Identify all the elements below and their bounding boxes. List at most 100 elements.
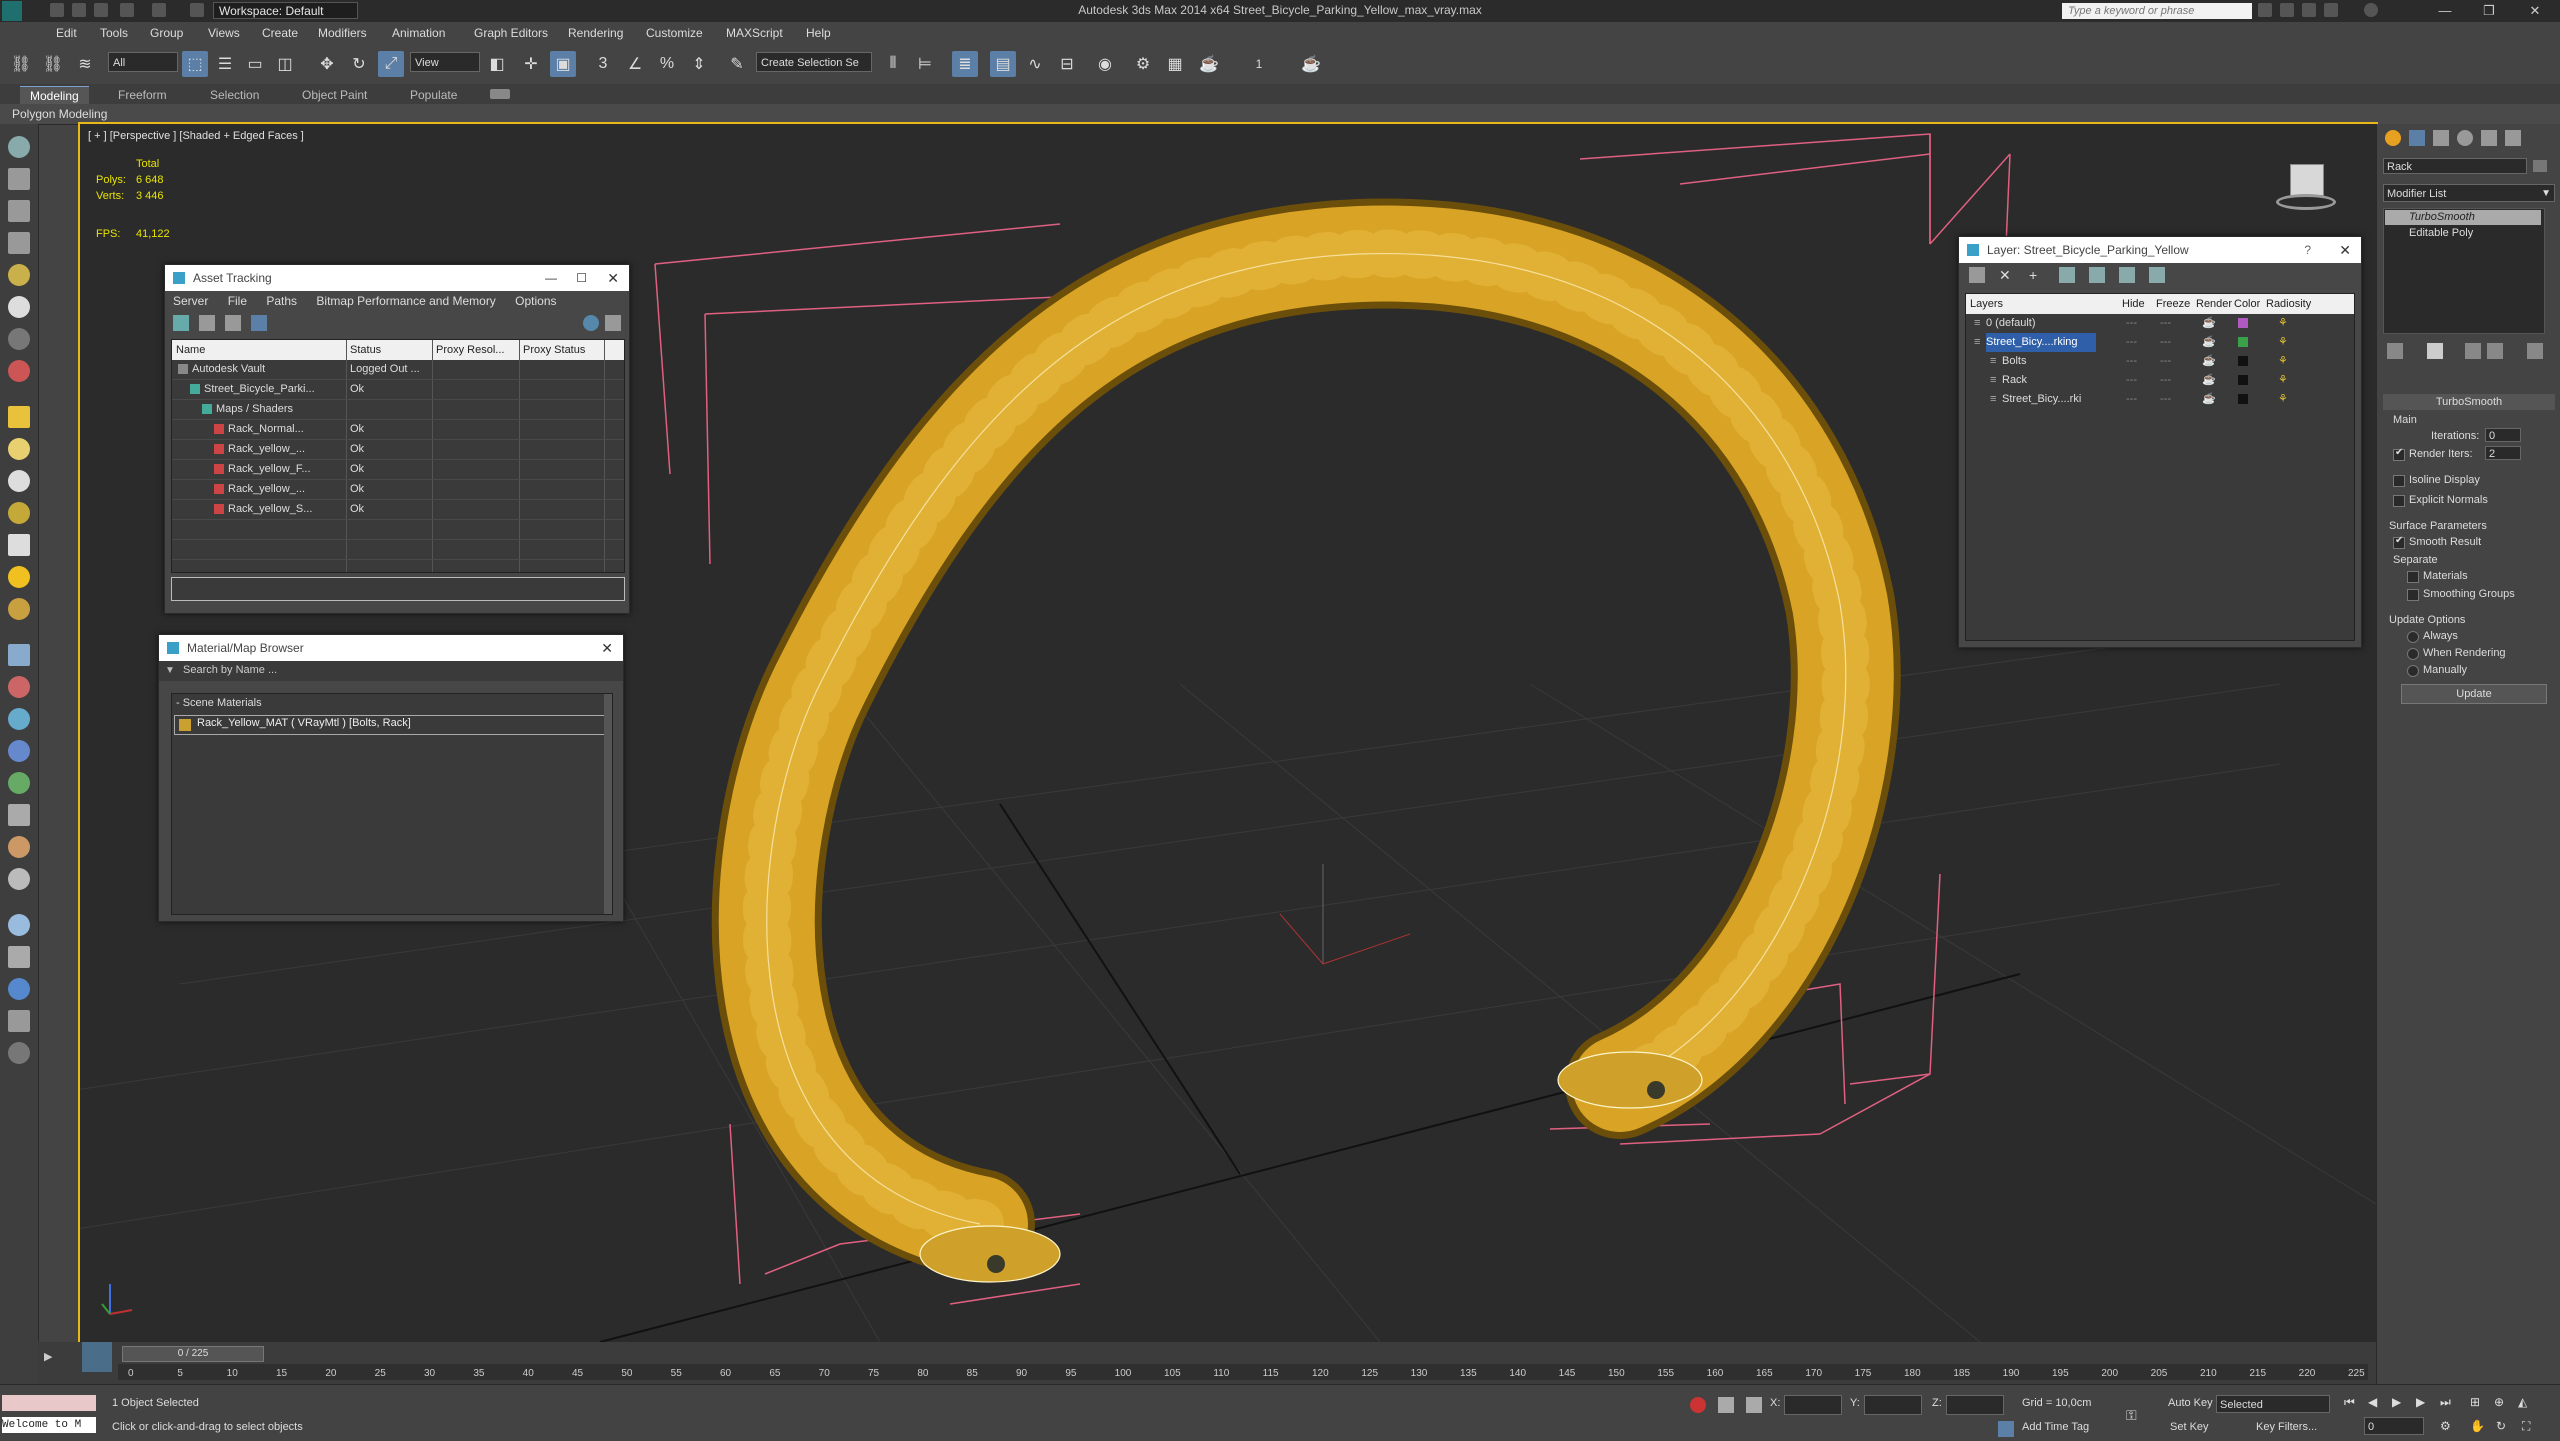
radiosity-icon[interactable]: ⚘	[2278, 314, 2288, 333]
list-view-icon[interactable]	[199, 315, 215, 331]
x-coord-field[interactable]	[1784, 1395, 1842, 1415]
render-teapot-icon[interactable]: ☕	[2202, 352, 2216, 371]
layer-toggle-icon[interactable]: ---	[2160, 314, 2171, 333]
torus-primitive-icon[interactable]	[8, 470, 30, 492]
render-production-icon[interactable]: ☕	[1196, 51, 1222, 77]
tab-freeform[interactable]: Freeform	[108, 86, 177, 104]
unlink-icon[interactable]: ⛓	[40, 51, 66, 77]
maxscript-input[interactable]: Welcome to M	[2, 1417, 96, 1433]
menu-graph-editors[interactable]: Graph Editors	[474, 26, 548, 40]
omni-light-icon[interactable]	[8, 598, 30, 620]
pan-icon[interactable]: ✋	[2470, 1419, 2486, 1435]
right-bolt[interactable]	[1647, 1081, 1665, 1099]
layer-color-swatch[interactable]	[2238, 375, 2248, 385]
isoline-checkbox[interactable]	[2393, 475, 2405, 487]
column-hide[interactable]: Hide	[2122, 294, 2145, 314]
radiosity-icon[interactable]: ⚘	[2278, 333, 2288, 352]
cone-primitive-icon[interactable]	[8, 534, 30, 556]
left-base-plate[interactable]	[919, 1225, 1061, 1283]
keyboard-shortcut-override-icon[interactable]: ▣	[550, 51, 576, 77]
remove-modifier-icon[interactable]	[2487, 343, 2503, 359]
select-in-layer-icon[interactable]	[2059, 267, 2075, 283]
modifier-list-dropdown[interactable]: Modifier List ▼	[2383, 184, 2555, 202]
add-time-tag[interactable]: Add Time Tag	[2022, 1421, 2089, 1433]
layer-color-swatch[interactable]	[2238, 318, 2248, 328]
box-tool-icon[interactable]	[8, 168, 30, 190]
update-button[interactable]: Update	[2401, 684, 2547, 704]
utilities-tab-icon[interactable]	[2505, 130, 2521, 146]
z-coord-field[interactable]	[1946, 1395, 2004, 1415]
rig-tool-icon[interactable]	[8, 868, 30, 890]
absolute-mode-icon[interactable]	[1746, 1397, 1762, 1413]
grid-tool-icon[interactable]	[8, 200, 30, 222]
radiosity-icon[interactable]: ⚘	[2278, 371, 2288, 390]
ribbon-options-icon[interactable]	[490, 89, 510, 99]
column-status[interactable]: Status	[350, 340, 381, 360]
layer-row[interactable]: 0 (default) ≡ --- --- ☕ ⚘	[1966, 314, 2354, 333]
layer-toggle-icon[interactable]: ---	[2126, 390, 2137, 409]
column-freeze[interactable]: Freeze	[2156, 294, 2190, 314]
track-bar[interactable]	[118, 1364, 2368, 1380]
zoom-icon[interactable]: ⊕	[2494, 1395, 2504, 1409]
time-tag-icon[interactable]	[1998, 1421, 2014, 1437]
column-render[interactable]: Render	[2196, 294, 2232, 314]
show-end-result-icon[interactable]	[2427, 343, 2443, 359]
scale-icon[interactable]: ⤢	[378, 51, 404, 77]
menu-modifiers[interactable]: Modifiers	[318, 26, 367, 40]
layer-toggle-icon[interactable]: ---	[2160, 352, 2171, 371]
viewport-label[interactable]: [ + ] [Perspective ] [Shaded + Edged Fac…	[88, 130, 304, 142]
asset-tracking-titlebar[interactable]: Asset Tracking — ☐ ✕	[165, 265, 629, 291]
right-base-plate[interactable]	[1557, 1051, 1703, 1109]
rotate-icon[interactable]: ↻	[346, 51, 372, 77]
layer-manager-icon[interactable]: ≣	[952, 51, 978, 77]
spinner-snap-icon[interactable]: ⇕	[686, 51, 712, 77]
hierarchy-tab-icon[interactable]	[2433, 130, 2449, 146]
radiosity-icon[interactable]: ⚘	[2278, 352, 2288, 371]
materials-checkbox[interactable]	[2407, 571, 2419, 583]
ribbon-toggle-icon[interactable]: ▤	[990, 51, 1016, 77]
grid-view-icon[interactable]	[251, 315, 267, 331]
asset-row[interactable]: Rack_yellow_S... Ok	[172, 500, 624, 520]
orbit-icon[interactable]: ↻	[2496, 1419, 2512, 1435]
close-window-button[interactable]: ✕	[2520, 2, 2550, 20]
hide-all-icon[interactable]	[2119, 267, 2135, 283]
layer-tool-icon[interactable]	[8, 232, 30, 254]
asset-menu-options[interactable]: Options	[515, 294, 556, 308]
stack-item-turbosmooth[interactable]: TurboSmooth	[2385, 210, 2541, 225]
material-search-input[interactable]: Search by Name ...	[183, 664, 277, 676]
y-coord-field[interactable]	[1864, 1395, 1922, 1415]
highlight-layer-icon[interactable]	[2089, 267, 2105, 283]
menu-customize[interactable]: Customize	[646, 26, 703, 40]
maximize-viewport-icon[interactable]: ⛶	[2522, 1419, 2538, 1435]
layer-toggle-icon[interactable]: ---	[2160, 333, 2171, 352]
render-teapot-icon[interactable]: ☕	[2202, 371, 2216, 390]
auto-key-button[interactable]: Auto Key	[2168, 1397, 2213, 1409]
go-to-start-icon[interactable]: ⏮	[2344, 1395, 2355, 1410]
help-tool-icon[interactable]	[8, 1042, 30, 1064]
when-rendering-radio[interactable]	[2407, 648, 2419, 660]
layer-toggle-icon[interactable]: ---	[2126, 352, 2137, 371]
field-of-view-icon[interactable]: ◭	[2518, 1395, 2527, 1409]
render-teapot-icon[interactable]: ☕	[2202, 333, 2216, 352]
layer-row[interactable]: Bolts ≡ --- --- ☕ ⚘	[1966, 352, 2354, 371]
key-mode-dropdown[interactable]: Selected	[2216, 1395, 2330, 1413]
create-tab-icon[interactable]	[2385, 130, 2401, 146]
bind-space-warp-icon[interactable]: ≋	[72, 51, 98, 77]
rectangular-selection-icon[interactable]: ▭	[242, 51, 268, 77]
spacewarp-tool-icon[interactable]	[8, 328, 30, 350]
asset-row[interactable]: Street_Bicycle_Parki... Ok	[172, 380, 624, 400]
time-config-icon[interactable]: ⚙	[2440, 1419, 2456, 1435]
asset-row[interactable]: Maps / Shaders	[172, 400, 624, 420]
render-teapot-icon[interactable]: ☕	[2202, 390, 2216, 409]
current-frame-field[interactable]: 0	[2364, 1417, 2424, 1435]
percent-snap-icon[interactable]: %	[654, 51, 680, 77]
key-filters-button[interactable]: Key Filters...	[2256, 1421, 2317, 1433]
column-radiosity[interactable]: Radiosity	[2266, 294, 2311, 314]
tab-populate[interactable]: Populate	[400, 86, 467, 104]
particle-tool-icon[interactable]	[8, 644, 30, 666]
link-icon[interactable]: ⛓	[8, 51, 34, 77]
teapot-primitive-icon[interactable]	[8, 502, 30, 524]
globe-tool-icon[interactable]	[8, 978, 30, 1000]
window-crossing-icon[interactable]: ◫	[272, 51, 298, 77]
asset-minimize-button[interactable]: —	[545, 265, 557, 291]
